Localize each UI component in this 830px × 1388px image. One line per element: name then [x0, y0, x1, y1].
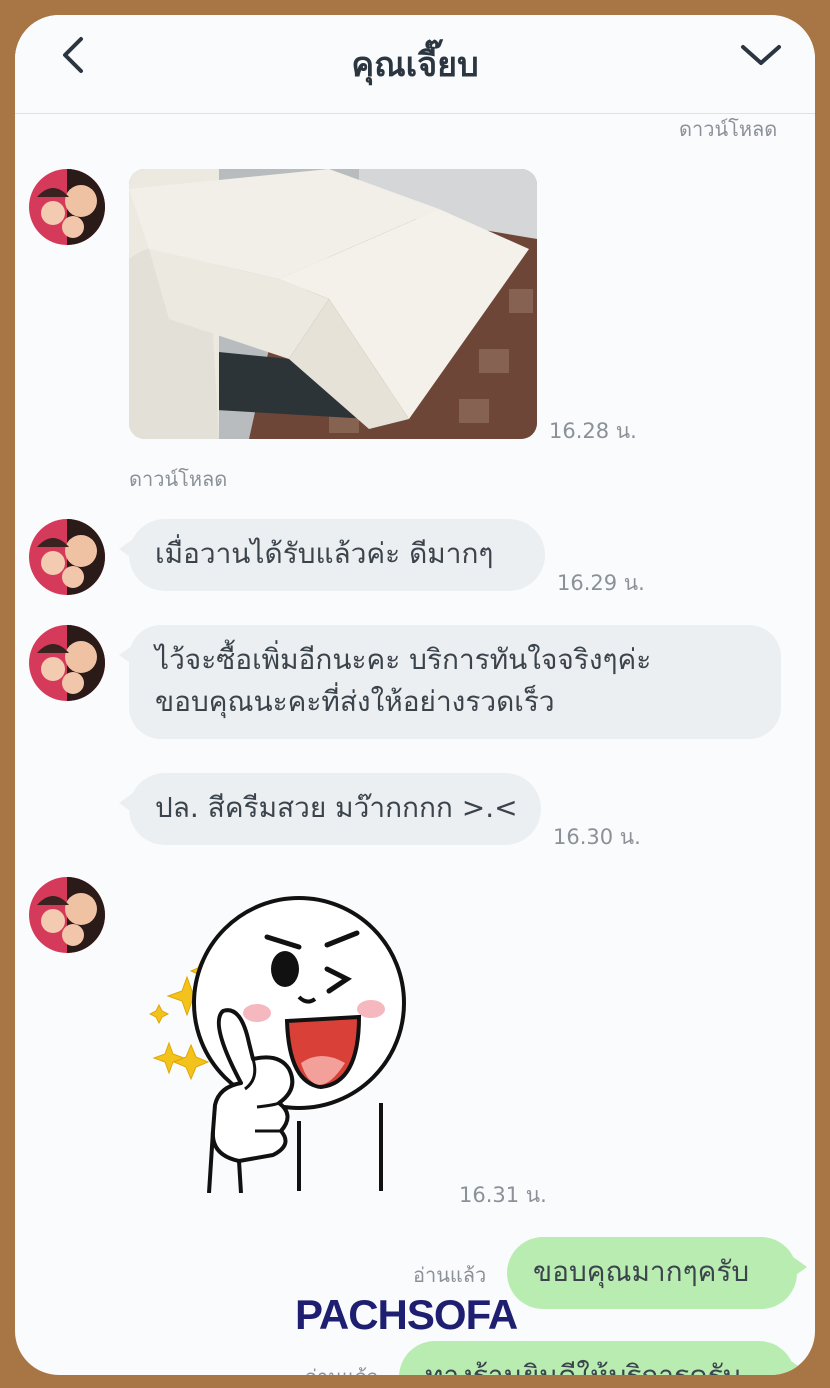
chat-title: คุณเจี๊ยบ	[351, 45, 479, 85]
message-text: เมื่อวานได้รับแล้วค่ะ ดีมากๆ	[155, 537, 494, 570]
chat-header: คุณเจี๊ยบ	[15, 15, 815, 114]
download-link[interactable]: ดาวน์โหลด	[679, 113, 777, 145]
chat-screen: คุณเจี๊ยบ ดาวน์โหลด 16.28 น. ดาวน์โหลด เ…	[15, 15, 815, 1375]
avatar[interactable]	[29, 519, 105, 595]
message-text: ขอบคุณนะคะที่ส่งให้อย่างรวดเร็ว	[155, 685, 555, 718]
chevron-down-icon[interactable]	[739, 39, 783, 69]
read-receipt: อ่านแล้ว	[413, 1263, 487, 1287]
message-bubble[interactable]: ขอบคุณมากๆครับ	[507, 1237, 807, 1309]
message-time: 16.29 น.	[557, 571, 645, 595]
message-text: ทางร้านยินดีให้บริการครับ	[425, 1359, 741, 1375]
brand-watermark: PACHSOFA	[295, 1291, 518, 1338]
read-receipt: อ่านแล้ว	[305, 1361, 378, 1375]
message-text: ไว้จะซื้อเพิ่มอีกนะคะ บริการทันใจจริงๆค่…	[155, 643, 652, 676]
thumbs-up-sticker[interactable]	[149, 893, 439, 1193]
message-text: ขอบคุณมากๆครับ	[533, 1255, 750, 1288]
message-bubble[interactable]: ไว้จะซื้อเพิ่มอีกนะคะ บริการทันใจจริงๆค่…	[119, 625, 781, 739]
avatar[interactable]	[29, 625, 105, 701]
avatar[interactable]	[29, 877, 105, 953]
avatar[interactable]	[29, 169, 105, 245]
sofa-photo[interactable]	[129, 169, 537, 439]
message-text: ปล. สีครีมสวย มว๊ากกกก >.<	[155, 791, 518, 824]
download-link[interactable]: ดาวน์โหลด	[129, 463, 227, 495]
message-time: 16.30 น.	[553, 825, 641, 849]
message-bubble[interactable]: ปล. สีครีมสวย มว๊ากกกก >.<	[119, 773, 541, 845]
message-bubble[interactable]: เมื่อวานได้รับแล้วค่ะ ดีมากๆ	[119, 519, 545, 591]
message-bubble[interactable]: ทางร้านยินดีให้บริการครับ	[399, 1341, 805, 1375]
message-time: 16.31 น.	[459, 1183, 547, 1207]
message-time: 16.28 น.	[549, 419, 637, 443]
